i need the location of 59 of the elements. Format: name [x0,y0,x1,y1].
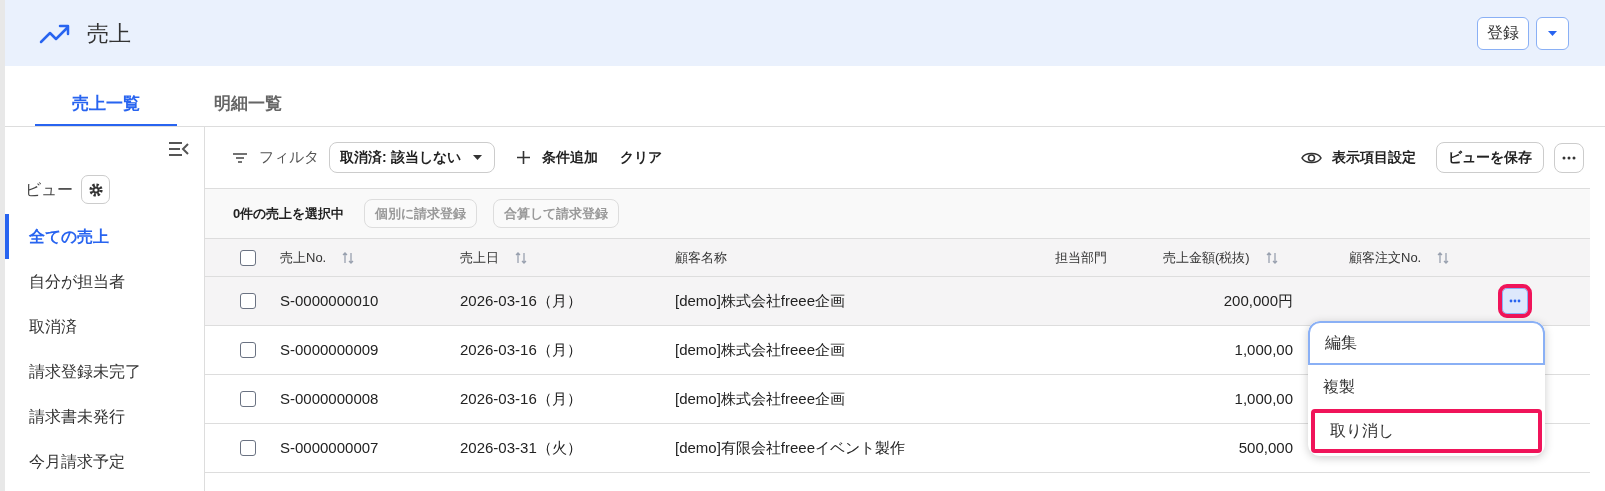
more-icon [1509,299,1521,303]
view-label: ビュー [25,179,73,200]
caret-icon [1548,30,1557,36]
table-cell-text: S-0000000008 [280,388,379,409]
sidebar-item[interactable]: 自分が担当者 [5,259,204,304]
table-cell-text: [demo]株式会社freee企画 [675,339,846,360]
table-cell-text: S-0000000010 [280,290,379,311]
table-cell-text: [demo]有限会社freeeイベント製作 [675,437,906,458]
register-button[interactable]: 登録 [1477,16,1529,50]
table-cell-text: 1,000,00 [1234,388,1294,409]
checkbox[interactable] [240,249,256,266]
table-cell-text: 2026-03-16（月） [460,290,582,311]
page-title: 売上 [87,19,131,48]
table-cell-text: 2026-03-16（月） [460,388,582,409]
column-header: 売上No. [280,248,327,267]
checkbox[interactable] [240,342,256,358]
selection-count: 0件の売上を選択中 [233,204,345,223]
table-cell-text: 200,000円 [1223,290,1294,311]
menu-item[interactable]: 編集 [1308,321,1545,365]
settings-icon [87,181,104,198]
tab[interactable]: 売上一覧 [35,84,177,126]
column-settings-button[interactable]: 表示項目設定 [1301,147,1416,168]
table-cell-text: 500,000 [1238,437,1294,458]
column-header: 売上金額(税抜) [1163,248,1250,267]
view-settings-button[interactable] [81,175,110,204]
column-header: 顧客注文No. [1349,248,1422,267]
table-cell-text: [demo]株式会社freee企画 [675,290,846,311]
more-icon [1562,155,1576,160]
table-cell-text: S-0000000007 [280,437,379,458]
column-header: 顧客名称 [675,248,727,267]
checkbox[interactable] [240,391,256,407]
filter-chip[interactable]: 取消済: 該当しない [329,142,495,173]
sidebar-item[interactable]: 取消済 [5,304,204,349]
checkbox[interactable] [240,440,256,456]
checkbox[interactable] [240,293,256,309]
filter-icon [233,152,247,163]
table-cell-text: 1,000,00 [1234,339,1294,360]
trend-up-icon [39,22,71,44]
sidebar-item[interactable]: 請求登録未完了 [5,349,204,394]
plus-icon [516,151,530,164]
dropdown-button[interactable] [1536,16,1569,50]
sidebar-item[interactable]: 請求書未発行 [5,394,204,439]
column-header: 担当部門 [1055,248,1107,267]
table-cell-text: [demo]株式会社freee企画 [675,388,846,409]
collapse-sidebar-icon[interactable] [168,141,190,157]
eye-icon [1301,150,1322,165]
save-view-button[interactable]: ビューを保存 [1436,142,1544,173]
table-row[interactable]: S-0000000010 2026-03-16（月） [demo]株式会社freee企画 200,000円 [205,277,1590,326]
sidebar-item[interactable]: 今月請求予定 [5,439,204,484]
menu-item[interactable]: 取り消し [1311,409,1542,453]
tab[interactable]: 明細一覧 [177,84,319,126]
add-condition-button[interactable]: 条件追加 [516,147,598,168]
caret-icon [472,155,482,160]
filter-label: フィルタ [259,147,319,168]
table-cell-text: 2026-03-31（火） [460,437,582,458]
table-cell-text: S-0000000009 [280,339,379,360]
table-cell-text: 2026-03-16（月） [460,339,582,360]
clear-button[interactable]: クリア [619,147,662,168]
column-header: 売上日 [460,248,499,267]
